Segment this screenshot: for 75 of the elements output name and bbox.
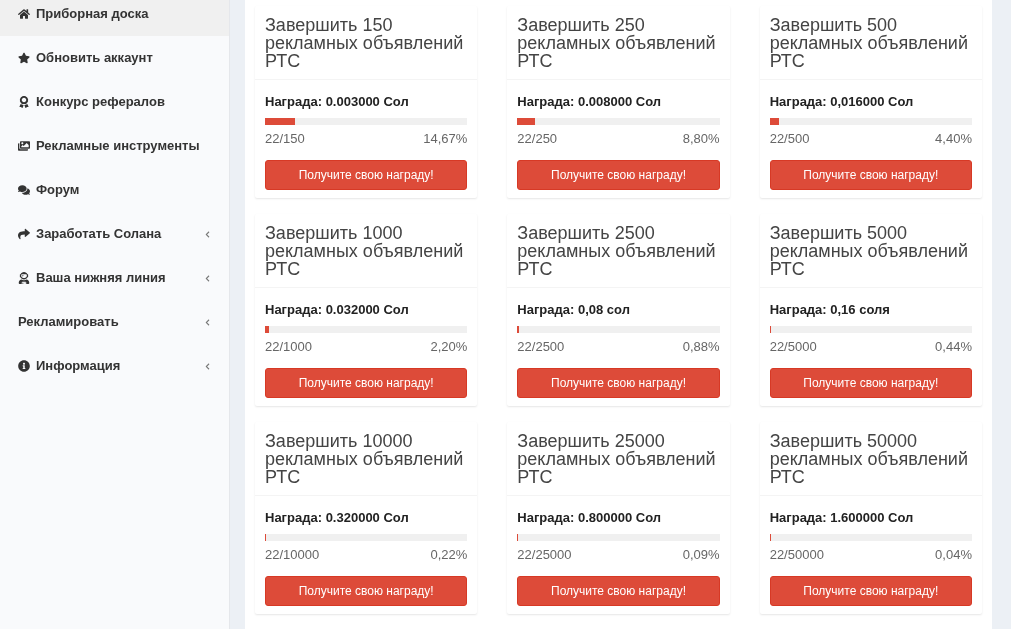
- sidebar-label: Информация: [36, 357, 121, 376]
- progress-percent: 0,22%: [430, 545, 468, 564]
- images-icon: [18, 140, 30, 152]
- claim-reward-button[interactable]: Получите свою награду!: [517, 368, 720, 398]
- claim-reward-button[interactable]: Получите свою награду!: [769, 160, 972, 190]
- progress-count: 22/5000: [769, 337, 817, 356]
- claim-reward-button[interactable]: Получите свою награду!: [517, 576, 720, 606]
- claim-reward-button[interactable]: Получите свою награду!: [265, 368, 468, 398]
- reward-text: Награда: 1.600000 Сол: [769, 509, 915, 527]
- card-title: Завершить 500 рекламных объявлений РТС: [759, 6, 982, 80]
- reward-text: Награда: 0.008000 Сол: [517, 93, 663, 111]
- sidebar-label: Рекламировать: [18, 313, 119, 332]
- reward-text: Награда: 0.800000 Сол: [517, 509, 663, 527]
- card-title: Завершить 1000 рекламных объявлений РТС: [255, 214, 478, 288]
- progress-percent: 0,04%: [935, 545, 972, 564]
- progress-count: 22/10000: [265, 545, 320, 564]
- chevron-icon: [204, 318, 211, 326]
- card-title: Завершить 10000 рекламных объявлений РТС: [255, 422, 478, 496]
- sidebar-label: Рекламные инструменты: [36, 137, 200, 156]
- progress-count: 22/500: [769, 129, 810, 148]
- chevron-icon: [204, 230, 211, 238]
- star-icon: [18, 52, 30, 64]
- sidebar-item[interactable]: Информация: [0, 344, 229, 388]
- sidebar-label: Заработать Солана: [36, 225, 162, 244]
- sidebar-label: Приборная доска: [36, 5, 149, 24]
- progress-count: 22/25000: [517, 545, 572, 564]
- progress-percent: 0,44%: [935, 337, 972, 356]
- award-icon: [18, 96, 30, 108]
- progress-count: 22/2500: [517, 337, 565, 356]
- sidebar-item[interactable]: Рекламировать: [0, 300, 229, 344]
- progress-percent: 8,80%: [682, 129, 720, 148]
- sidebar-item[interactable]: Конкурс рефералов: [0, 80, 229, 124]
- sidebar-item[interactable]: Обновить аккаунт: [0, 36, 229, 80]
- reward-text: Награда: 0,16 соля: [769, 301, 891, 319]
- card-title: Завершить 150 рекламных объявлений РТС: [255, 6, 478, 80]
- progress-count: 22/250: [517, 129, 558, 148]
- sidebar-item[interactable]: Приборная доска: [0, 0, 229, 36]
- reward-text: Награда: 0.003000 Сол: [265, 93, 410, 111]
- progress-percent: 0,09%: [682, 545, 720, 564]
- sidebar-item[interactable]: Ваша нижняя линия: [0, 256, 229, 300]
- claim-reward-button[interactable]: Получите свою награду!: [769, 576, 972, 606]
- card-title: Завершить 50000 рекламных объявлений РТС: [759, 422, 982, 496]
- card-title: Завершить 2500 рекламных объявлений РТС: [507, 214, 730, 288]
- claim-reward-button[interactable]: Получите свою награду!: [265, 576, 468, 606]
- reward-text: Награда: 0,08 сол: [517, 301, 631, 319]
- home-icon: [18, 8, 30, 20]
- progress-percent: 2,20%: [430, 337, 468, 356]
- sidebar-item[interactable]: Рекламные инструменты: [0, 124, 229, 168]
- progress-count: 22/1000: [265, 337, 312, 356]
- sidebar-label: Ваша нижняя линия: [36, 269, 166, 288]
- reward-text: Награда: 0.032000 Сол: [265, 301, 410, 319]
- person-icon: [18, 272, 30, 284]
- claim-reward-button[interactable]: Получите свою награду!: [769, 368, 972, 398]
- card-title: Завершить 5000 рекламных объявлений РТС: [759, 214, 982, 288]
- progress-count: 22/150: [265, 129, 305, 148]
- card-title: Завершить 25000 рекламных объявлений РТС: [507, 422, 730, 496]
- progress-count: 22/50000: [769, 545, 824, 564]
- progress-percent: 0,88%: [682, 337, 720, 356]
- chat-icon: [18, 184, 30, 196]
- progress-percent: 14,67%: [423, 129, 468, 148]
- claim-reward-button[interactable]: Получите свою награду!: [517, 160, 720, 190]
- sidebar-label: Форум: [36, 181, 80, 200]
- sidebar-label: Обновить аккаунт: [36, 49, 153, 68]
- reward-text: Награда: 0,016000 Сол: [769, 93, 915, 111]
- card-title: Завершить 250 рекламных объявлений РТС: [507, 6, 730, 80]
- reward-text: Награда: 0.320000 Сол: [265, 509, 410, 527]
- sidebar-label: Конкурс рефералов: [36, 93, 165, 112]
- share-arrow-icon: [18, 228, 30, 240]
- info-icon: [18, 360, 30, 372]
- chevron-icon: [204, 274, 211, 282]
- sidebar-item[interactable]: Заработать Солана: [0, 212, 229, 256]
- sidebar-item[interactable]: Форум: [0, 168, 229, 212]
- claim-reward-button[interactable]: Получите свою награду!: [265, 160, 468, 190]
- progress-percent: 4,40%: [935, 129, 972, 148]
- chevron-icon: [204, 362, 211, 370]
